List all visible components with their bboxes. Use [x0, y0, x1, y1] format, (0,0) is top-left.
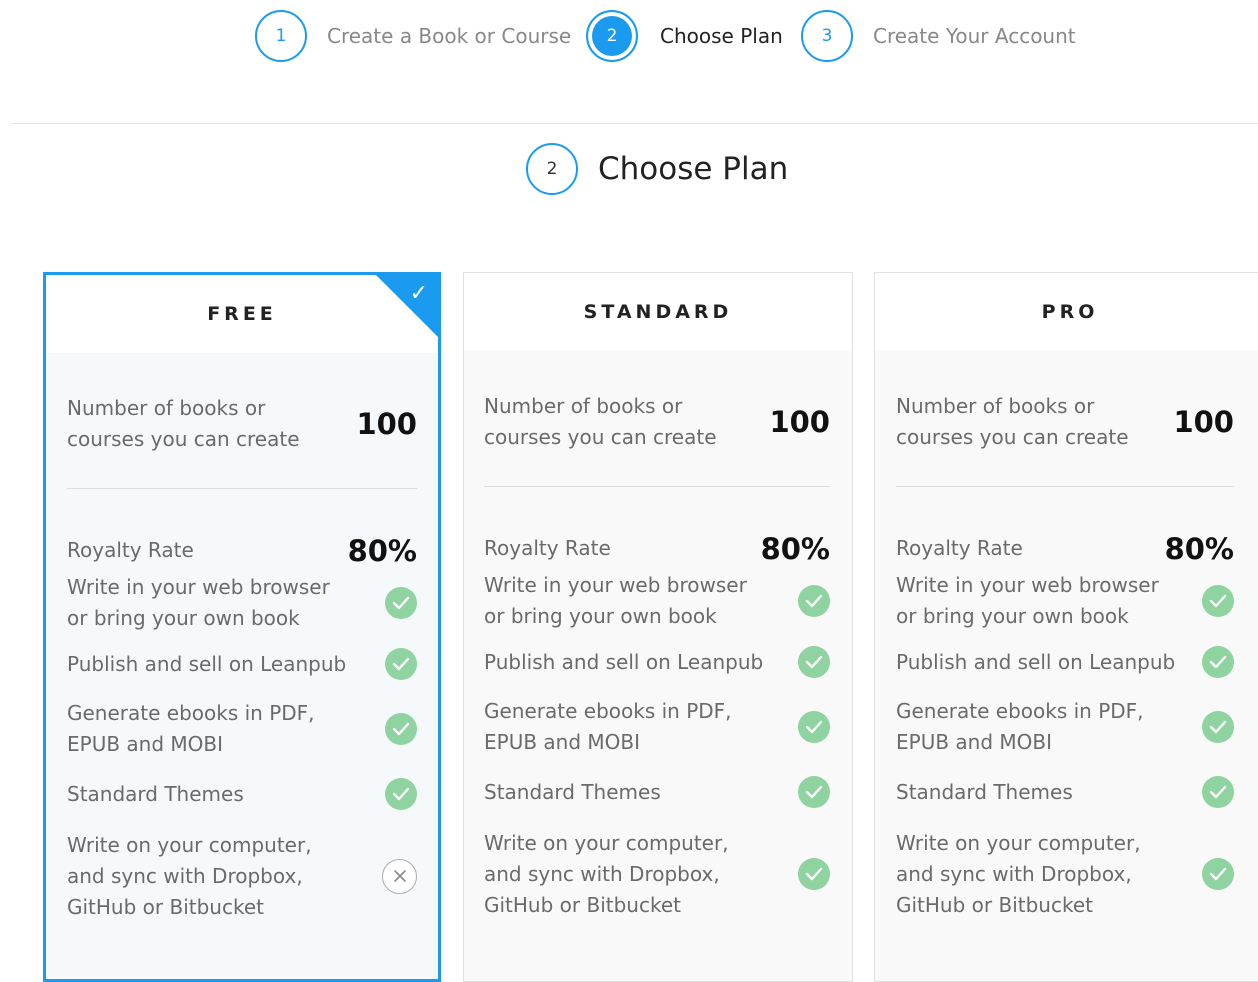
- feature-label: Generate ebooks in PDF, EPUB and MOBI: [896, 699, 1144, 754]
- plan-name: PRO: [1041, 301, 1099, 323]
- royalty-value: 80%: [1164, 531, 1234, 566]
- check-circle-icon: [798, 711, 830, 743]
- check-circle-icon: [1202, 646, 1234, 678]
- signup-stepper: 1 Create a Book or Course 2 Choose Plan …: [0, 10, 1258, 62]
- x-circle-icon: [382, 858, 417, 894]
- feature-row: Write on your computer, and sync with Dr…: [484, 826, 830, 922]
- feature-row: Standard Themes: [484, 772, 830, 812]
- step-create-book[interactable]: 1 Create a Book or Course: [255, 10, 571, 62]
- section-heading: 2 Choose Plan: [526, 143, 788, 195]
- feature-label: Standard Themes: [896, 779, 1073, 804]
- feature-row: Write in your web browser or bring your …: [484, 570, 830, 632]
- step-label: Create Your Account: [873, 24, 1076, 48]
- feature-label: Publish and sell on Leanpub: [67, 651, 347, 676]
- royalty-label: Royalty Rate: [67, 538, 194, 562]
- step-create-account[interactable]: 3 Create Your Account: [801, 10, 1076, 62]
- feature-label: Write on your computer, and sync with Dr…: [896, 830, 1141, 917]
- feature-label: Generate ebooks in PDF, EPUB and MOBI: [484, 699, 732, 754]
- books-limit-label: Number of books or courses you can creat…: [484, 393, 717, 449]
- feature-row: Generate ebooks in PDF, EPUB and MOBI: [896, 696, 1234, 758]
- feature-label: Write in your web browser or bring your …: [896, 573, 1159, 628]
- check-circle-icon: [1202, 585, 1234, 617]
- feature-label: Publish and sell on Leanpub: [484, 649, 764, 674]
- plan-header: PRO: [875, 273, 1258, 351]
- plan-card-standard[interactable]: STANDARD Number of books or courses you …: [463, 272, 853, 982]
- step-label: Choose Plan: [660, 24, 783, 48]
- books-limit-label: Number of books or courses you can creat…: [896, 393, 1129, 449]
- books-limit-label: Number of books or courses you can creat…: [67, 395, 300, 451]
- books-limit-value: 100: [356, 406, 417, 441]
- feature-row: Publish and sell on Leanpub: [896, 642, 1234, 682]
- step-label: Create a Book or Course: [327, 24, 572, 48]
- books-limit-row: Number of books or courses you can creat…: [484, 351, 830, 487]
- plan-card-free[interactable]: FREE ✓ Number of books or courses you ca…: [43, 272, 441, 982]
- plan-name: FREE: [207, 303, 277, 325]
- feature-row: Publish and sell on Leanpub: [67, 644, 417, 684]
- feature-row: Generate ebooks in PDF, EPUB and MOBI: [67, 698, 417, 760]
- feature-label: Publish and sell on Leanpub: [896, 649, 1176, 674]
- feature-label: Generate ebooks in PDF, EPUB and MOBI: [67, 701, 315, 756]
- check-circle-icon: [798, 776, 830, 808]
- check-circle-icon: [385, 648, 417, 680]
- step-number: 2: [586, 10, 638, 62]
- check-circle-icon: [798, 858, 830, 890]
- feature-row: Publish and sell on Leanpub: [484, 642, 830, 682]
- royalty-value: 80%: [760, 531, 830, 566]
- books-limit-row: Number of books or courses you can creat…: [67, 353, 417, 489]
- feature-label: Write on your computer, and sync with Dr…: [484, 830, 729, 917]
- section-step-number: 2: [526, 143, 578, 195]
- step-number: 3: [801, 10, 853, 62]
- check-circle-icon: [1202, 776, 1234, 808]
- plan-header: STANDARD: [464, 273, 852, 351]
- feature-label: Write in your web browser or bring your …: [484, 573, 747, 628]
- check-circle-icon: [385, 587, 417, 619]
- check-circle-icon: [385, 778, 417, 810]
- check-circle-icon: [798, 585, 830, 617]
- step-number: 1: [255, 10, 307, 62]
- royalty-label: Royalty Rate: [484, 536, 611, 560]
- check-circle-icon: [1202, 711, 1234, 743]
- feature-row: Write in your web browser or bring your …: [67, 572, 417, 634]
- feature-row: Write on your computer, and sync with Dr…: [67, 828, 417, 924]
- books-limit-row: Number of books or courses you can creat…: [896, 351, 1234, 487]
- feature-row: Write in your web browser or bring your …: [896, 570, 1234, 632]
- check-icon: ✓: [409, 281, 428, 306]
- feature-label: Standard Themes: [484, 779, 661, 804]
- step-choose-plan[interactable]: 2 Choose Plan: [586, 10, 783, 62]
- plan-card-pro[interactable]: PRO Number of books or courses you can c…: [874, 272, 1258, 982]
- feature-row: Standard Themes: [896, 772, 1234, 812]
- check-circle-icon: [798, 646, 830, 678]
- plan-name: STANDARD: [583, 301, 733, 323]
- feature-label: Write in your web browser or bring your …: [67, 575, 330, 630]
- feature-label: Standard Themes: [67, 781, 244, 806]
- check-circle-icon: [385, 713, 417, 745]
- feature-label: Write on your computer, and sync with Dr…: [67, 832, 312, 919]
- books-limit-value: 100: [1173, 404, 1234, 439]
- check-circle-icon: [1202, 858, 1234, 890]
- books-limit-value: 100: [769, 404, 830, 439]
- feature-row: Write on your computer, and sync with Dr…: [896, 826, 1234, 922]
- royalty-value: 80%: [347, 533, 417, 568]
- feature-row: Standard Themes: [67, 774, 417, 814]
- royalty-label: Royalty Rate: [896, 536, 1023, 560]
- selected-corner: [376, 275, 438, 337]
- header-divider: [12, 123, 1258, 124]
- feature-row: Generate ebooks in PDF, EPUB and MOBI: [484, 696, 830, 758]
- section-title: Choose Plan: [598, 151, 789, 187]
